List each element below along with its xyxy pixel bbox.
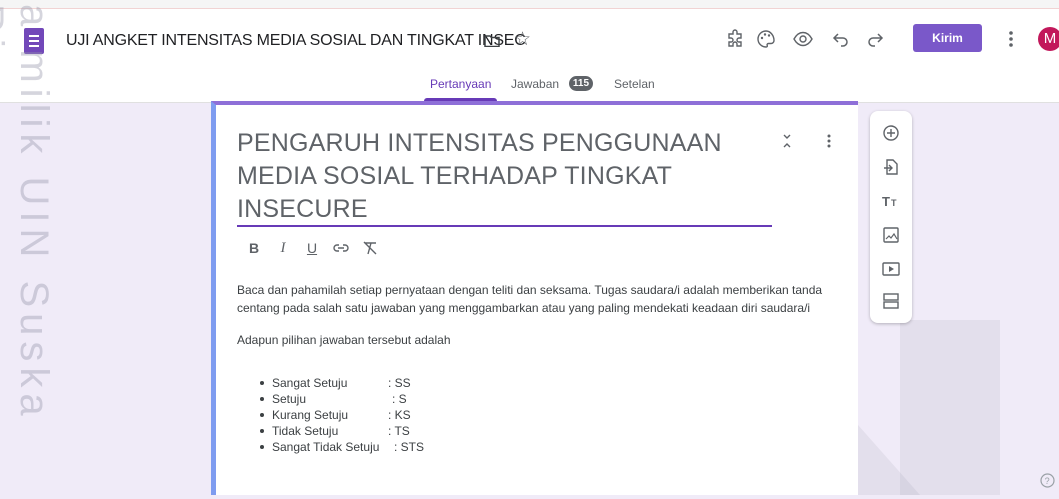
- list-item: Setuju : S: [260, 391, 424, 407]
- palette-icon[interactable]: [755, 28, 777, 50]
- tab-responses[interactable]: Jawaban: [511, 77, 559, 91]
- folder-icon[interactable]: [484, 35, 500, 47]
- clear-format-icon[interactable]: [359, 237, 381, 259]
- tab-questions[interactable]: Pertanyaan: [430, 77, 491, 91]
- star-icon[interactable]: ☆: [514, 30, 531, 49]
- import-question-icon[interactable]: [881, 157, 901, 177]
- form-description-intro: Adapun pilihan jawaban tersebut adalah: [237, 333, 451, 347]
- floating-toolbar: T T: [870, 111, 912, 323]
- option-label: Setuju: [272, 392, 307, 406]
- link-icon[interactable]: [330, 237, 352, 259]
- svg-text:T: T: [891, 198, 897, 208]
- card-more-icon[interactable]: [825, 132, 833, 150]
- section-icon[interactable]: [881, 291, 901, 311]
- redo-icon[interactable]: [864, 28, 886, 50]
- addon-icon[interactable]: [725, 28, 747, 50]
- image-icon[interactable]: [881, 225, 901, 245]
- option-label: Sangat Tidak Setuju: [272, 440, 380, 454]
- add-question-icon[interactable]: [881, 123, 901, 143]
- title-underline: [237, 225, 772, 227]
- underline-button[interactable]: U: [301, 237, 323, 259]
- forms-logo-icon[interactable]: [24, 28, 44, 54]
- svg-text:T: T: [882, 194, 890, 209]
- option-label: Sangat Setuju: [272, 376, 348, 390]
- answer-options-list: Sangat Setuju : SS Setuju : S Kurang Setuj…: [260, 375, 424, 455]
- form-title[interactable]: UJI ANGKET INTENSITAS MEDIA SOSIAL DAN T…: [66, 32, 526, 50]
- form-description[interactable]: Baca dan pahamilah setiap pernyataan den…: [237, 281, 842, 317]
- svg-text:?: ?: [1045, 476, 1050, 486]
- option-code: : KS: [388, 408, 411, 422]
- top-strip: [0, 0, 1059, 9]
- option-label: Tidak Setuju: [272, 424, 339, 438]
- option-label: Kurang Setuju: [272, 408, 349, 422]
- tab-bar: Pertanyaan Jawaban 115 Setelan: [0, 75, 1059, 101]
- send-button[interactable]: Kirim: [913, 24, 982, 52]
- responses-count-badge: 115: [569, 76, 593, 91]
- bold-button[interactable]: B: [243, 237, 265, 259]
- help-icon[interactable]: ?: [1040, 473, 1055, 488]
- option-code: : STS: [394, 440, 425, 454]
- form-header-card[interactable]: PENGARUH INTENSITAS PENGGUNAAN MEDIA SOS…: [211, 101, 858, 495]
- avatar[interactable]: M: [1038, 27, 1059, 51]
- italic-button[interactable]: I: [272, 237, 294, 259]
- list-item: Sangat Tidak Setuju : STS: [260, 439, 424, 455]
- collapse-icon[interactable]: [780, 132, 794, 150]
- video-icon[interactable]: [881, 259, 901, 279]
- form-heading[interactable]: PENGARUH INTENSITAS PENGGUNAAN MEDIA SOS…: [237, 127, 772, 226]
- preview-eye-icon[interactable]: [792, 28, 814, 50]
- list-item: Tidak Setuju : TS: [260, 423, 424, 439]
- title-text-icon[interactable]: T T: [881, 191, 901, 211]
- undo-icon[interactable]: [830, 28, 852, 50]
- option-code: : TS: [388, 424, 410, 438]
- list-item: Kurang Setuju : KS: [260, 407, 424, 423]
- option-code: : S: [392, 392, 407, 406]
- option-code: : SS: [388, 376, 411, 390]
- top-bar: UJI ANGKET INTENSITAS MEDIA SOSIAL DAN T…: [0, 0, 1059, 103]
- list-item: Sangat Setuju : SS: [260, 375, 424, 391]
- more-vertical-icon[interactable]: [1004, 26, 1018, 52]
- tab-settings[interactable]: Setelan: [614, 77, 655, 91]
